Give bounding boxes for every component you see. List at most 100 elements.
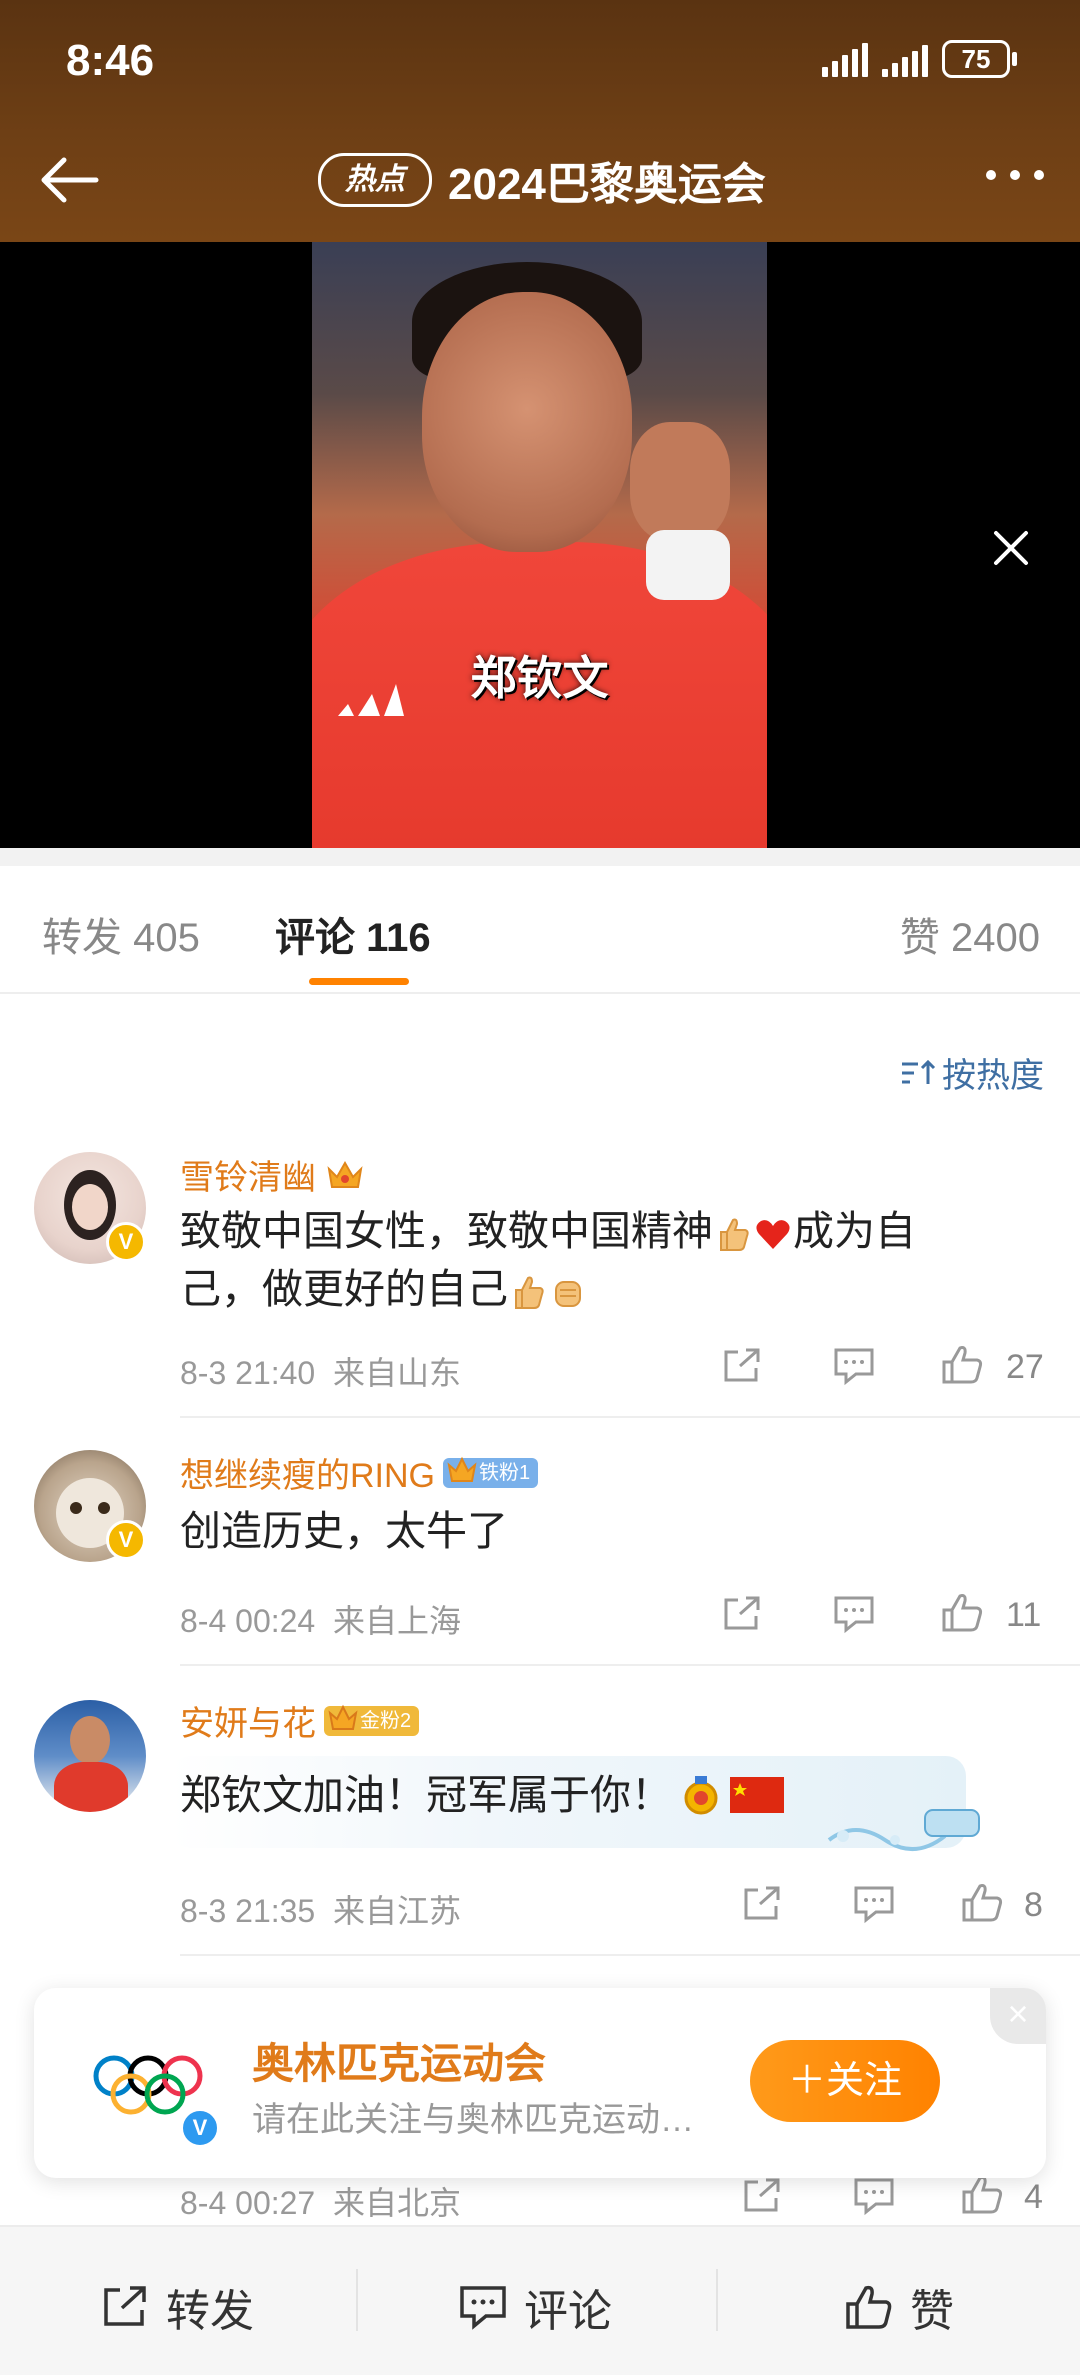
- comment-time: 8-3 21:35: [180, 1893, 316, 1929]
- comment-button[interactable]: 评论: [458, 2275, 612, 2339]
- follow-promo-card[interactable]: V 奥林匹克运动会 请在此关注与奥林匹克运动… ＋关注 ×: [34, 1988, 1046, 2178]
- status-time: 8:46: [66, 36, 155, 85]
- comment-location: 来自江苏: [333, 1893, 462, 1929]
- back-arrow-icon[interactable]: [36, 150, 106, 210]
- sticker-decoration-icon: [827, 1809, 980, 1852]
- comment-meta: 8-4 00:24 来自上海: [180, 1596, 461, 1642]
- like-button[interactable]: 赞: [844, 2275, 954, 2339]
- battery-icon: 75: [942, 40, 1017, 78]
- thumbs-up-emoji-icon: [720, 1218, 749, 1252]
- comment-meta: 8-3 21:40 来自山东: [180, 1348, 461, 1394]
- comment-icon: [460, 2286, 506, 2330]
- like-icon: [846, 2285, 892, 2329]
- comment-meta: 8-3 21:35 来自江苏: [180, 1886, 461, 1932]
- repost-button[interactable]: 转发: [100, 2275, 254, 2339]
- fan-badge-label: 铁粉1: [479, 1461, 531, 1484]
- comment-text-part: 成为自: [793, 1208, 916, 1254]
- divider: [0, 992, 1080, 994]
- tab-like-count: 2400: [951, 916, 1040, 960]
- verified-icon: V: [180, 2108, 220, 2148]
- comment-time: 8-3 21:40: [180, 1355, 316, 1391]
- like-icon[interactable]: [940, 1592, 984, 1632]
- mute-icon[interactable]: [985, 994, 1045, 1038]
- like-count: 4: [1024, 2178, 1043, 2216]
- sort-icon: [902, 1059, 936, 1084]
- crown-icon: [328, 1704, 358, 1730]
- like-icon[interactable]: [960, 1882, 1004, 1922]
- like-icon[interactable]: [960, 2174, 1004, 2214]
- divider: [180, 1954, 1080, 1956]
- comment-header: 想继续瘦的RING 铁粉1: [180, 1448, 539, 1497]
- comment-location: 来自上海: [333, 1603, 462, 1639]
- share-icon[interactable]: [740, 1884, 784, 1924]
- page-title: 2024巴黎奥运会: [448, 160, 766, 209]
- comment-text: 致敬中国女性，致敬中国精神 成为自 己，做更好的自己: [180, 1202, 990, 1318]
- comment-header: 雪铃清幽: [180, 1150, 364, 1199]
- divider: [180, 1416, 1080, 1418]
- bottom-action-bar: 转发 评论 赞: [0, 2225, 1080, 2375]
- sort-label: 按热度: [942, 1057, 1044, 1095]
- comment-location: 来自北京: [333, 2185, 462, 2221]
- tab-like[interactable]: 赞 2400: [900, 905, 1040, 963]
- tab-repost-count: 405: [133, 916, 200, 960]
- hot-badge: 热点: [318, 153, 432, 207]
- like-count: 11: [1006, 1596, 1042, 1634]
- close-icon[interactable]: ×: [990, 1988, 1046, 2044]
- crown-icon: [447, 1456, 477, 1482]
- video-frame: 郑钦文: [312, 242, 767, 848]
- crown-icon: [327, 1160, 363, 1188]
- comment-time: 8-4 00:27: [180, 2185, 316, 2221]
- tab-comment[interactable]: 评论 116: [275, 905, 431, 963]
- avatar[interactable]: [34, 1700, 146, 1812]
- tab-repost-label: 转发: [42, 916, 122, 960]
- follow-button[interactable]: ＋关注: [750, 2040, 940, 2122]
- share-icon[interactable]: [740, 2176, 784, 2216]
- active-tab-indicator: [309, 978, 409, 985]
- close-icon[interactable]: [990, 527, 1032, 569]
- reply-icon[interactable]: [832, 1594, 876, 1634]
- comment-header: 安妍与花 金粉2: [180, 1696, 420, 1745]
- signal-2-icon: [882, 41, 928, 77]
- thumbs-up-emoji-icon: [515, 1276, 544, 1310]
- signal-icon: [822, 41, 868, 77]
- divider: [716, 2269, 718, 2331]
- comment-username[interactable]: 想继续瘦的RING: [180, 1448, 435, 1497]
- comment-username[interactable]: 雪铃清幽: [180, 1150, 316, 1199]
- heart-emoji-icon: [756, 1220, 790, 1250]
- divider: [180, 1664, 1080, 1666]
- medal-emoji-icon: [684, 1776, 718, 1815]
- reply-icon[interactable]: [852, 2176, 896, 2216]
- tab-repost[interactable]: 转发 405: [42, 905, 200, 963]
- share-icon[interactable]: [720, 1594, 764, 1634]
- top-header: 8:46 75 热点 2024巴黎奥运会: [0, 0, 1080, 242]
- comment-text-part: 郑钦文加油！冠军属于你！: [180, 1772, 672, 1818]
- like-label: 赞: [910, 2287, 954, 2336]
- verified-icon: V: [106, 1222, 146, 1262]
- share-icon: [104, 2286, 146, 2326]
- status-indicators: 75: [822, 40, 1017, 78]
- fan-badge: 金粉2: [324, 1704, 420, 1736]
- tab-like-label: 赞: [899, 916, 940, 960]
- fan-badge-label: 金粉2: [360, 1709, 412, 1732]
- share-icon[interactable]: [720, 1346, 764, 1386]
- verified-icon: V: [106, 1520, 146, 1560]
- tab-comment-label: 评论: [275, 916, 355, 960]
- video-player[interactable]: 郑钦文: [0, 242, 1080, 1034]
- comment-time: 8-4 00:24: [180, 1603, 316, 1639]
- comment-location: 来自山东: [333, 1355, 462, 1391]
- more-options-icon[interactable]: [986, 170, 1044, 180]
- promo-title: 奥林匹克运动会: [252, 2040, 547, 2087]
- like-count: 8: [1024, 1886, 1043, 1924]
- comment-label: 评论: [524, 2287, 612, 2336]
- wristband: [646, 530, 730, 600]
- sort-by-hot-button[interactable]: 按热度: [900, 1048, 1044, 1097]
- repost-label: 转发: [166, 2287, 254, 2336]
- reply-icon[interactable]: [852, 1884, 896, 1924]
- comment-username[interactable]: 安妍与花: [180, 1696, 316, 1745]
- fist-emoji-icon: [555, 1281, 581, 1308]
- comment-text: 创造历史，太牛了: [180, 1508, 508, 1554]
- comment-meta: 8-4 00:27 来自北京: [180, 2178, 461, 2224]
- like-icon[interactable]: [940, 1344, 984, 1384]
- athlete-face: [422, 292, 632, 552]
- reply-icon[interactable]: [832, 1346, 876, 1386]
